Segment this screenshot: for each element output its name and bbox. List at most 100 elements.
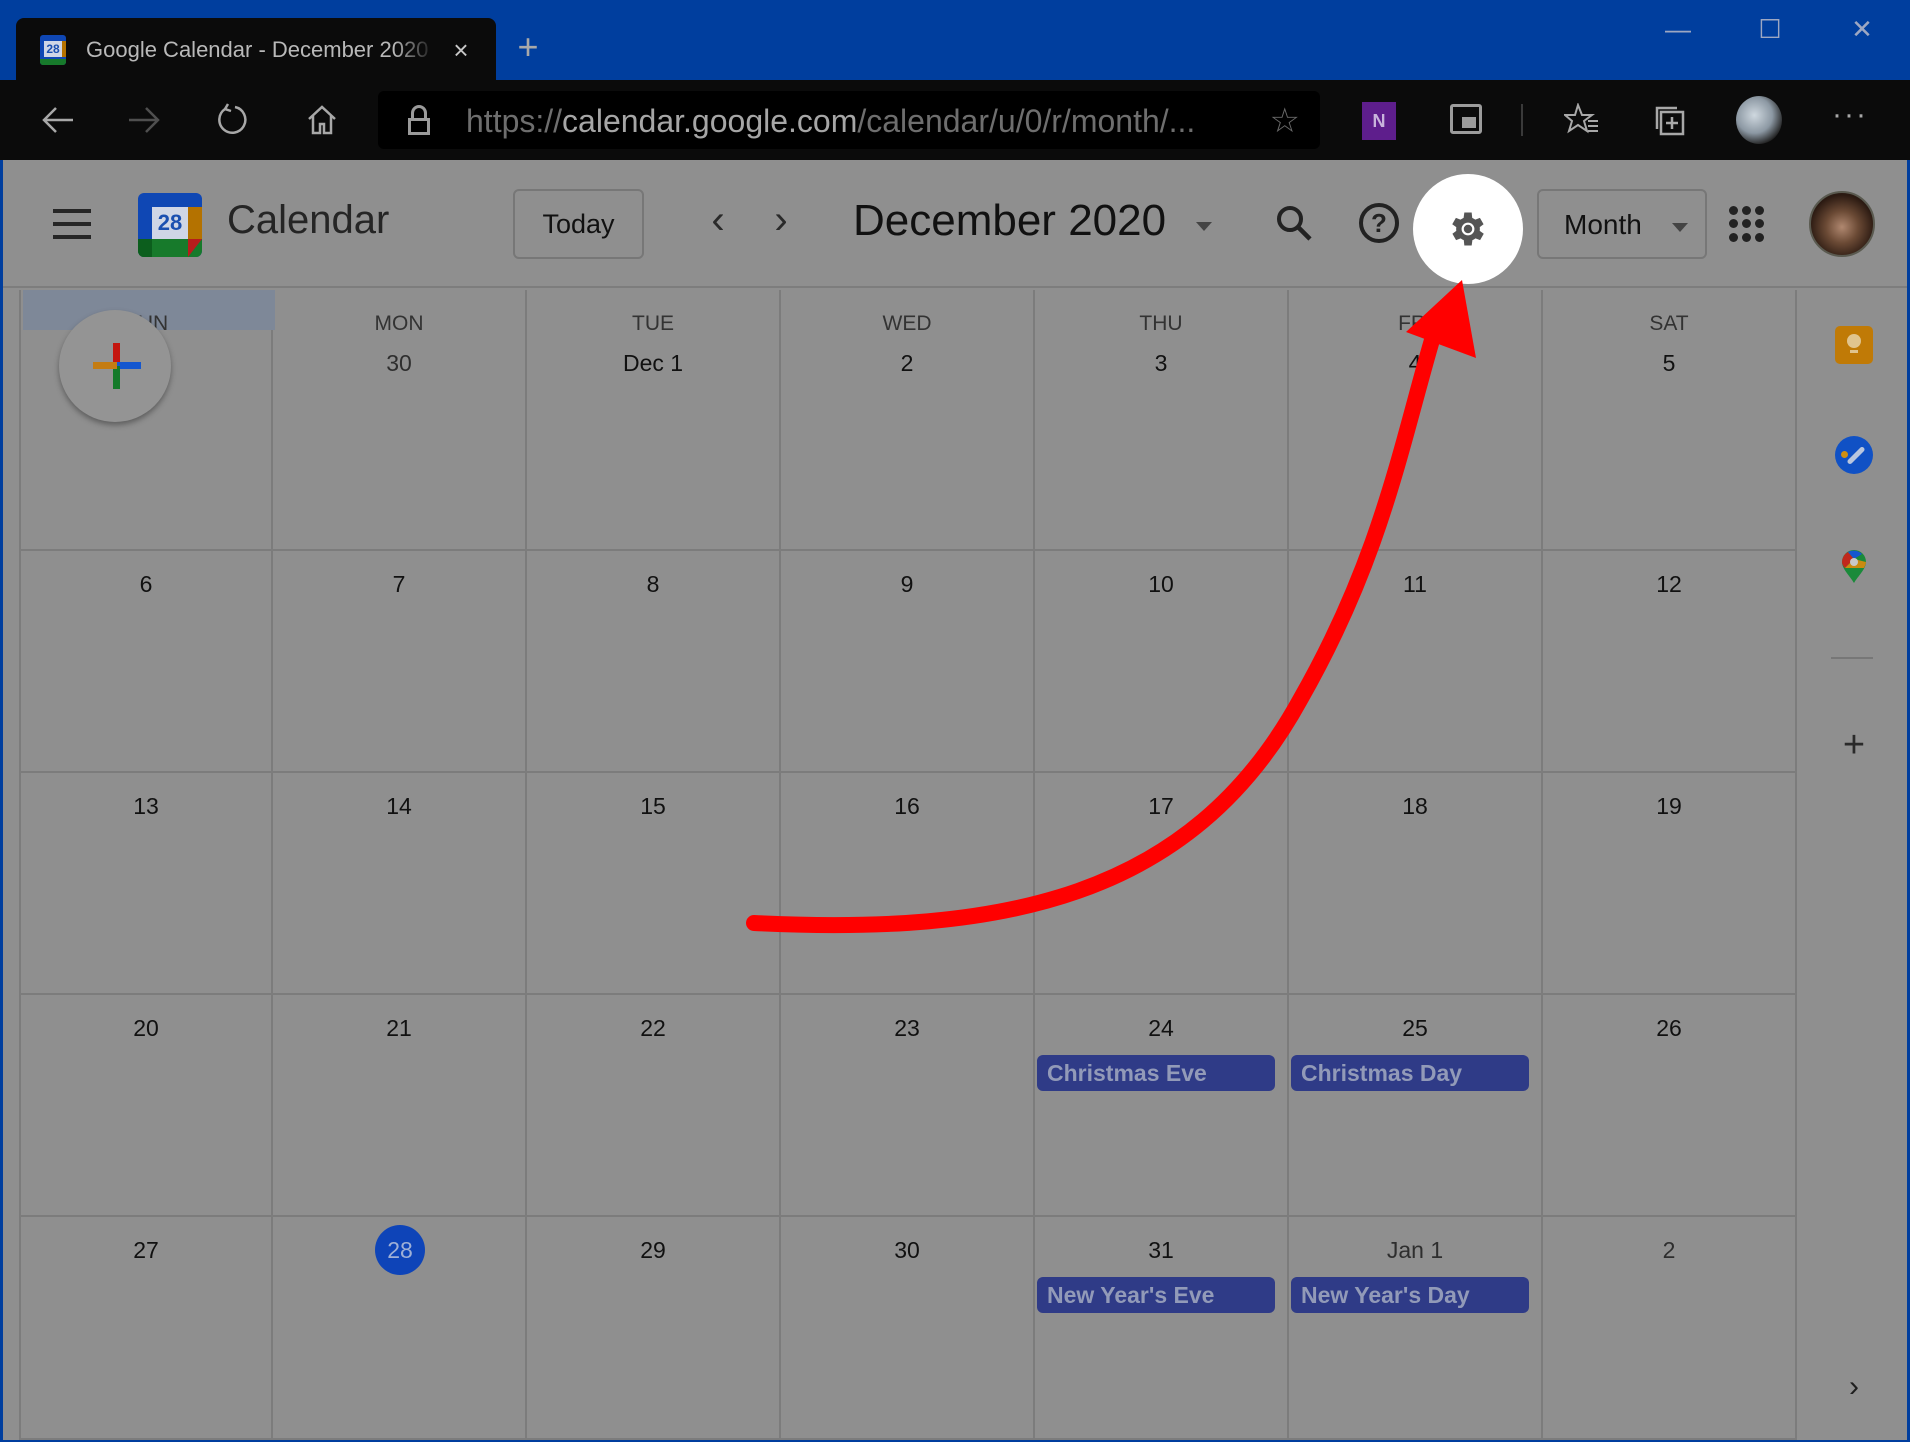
day-cell[interactable]: 6 [19, 551, 273, 773]
day-number[interactable]: 21 [273, 1015, 525, 1042]
day-number[interactable]: 25 [1289, 1015, 1541, 1042]
browser-tab[interactable]: 28 Google Calendar - December 2020 × [16, 18, 496, 82]
day-number[interactable]: Dec 1 [527, 350, 779, 377]
day-number[interactable]: 6 [21, 571, 271, 598]
event-chip[interactable]: New Year's Day [1291, 1277, 1529, 1313]
maximize-button[interactable]: ☐ [1750, 14, 1790, 45]
day-cell[interactable]: 17 [1035, 773, 1289, 995]
day-cell[interactable]: 10 [1035, 551, 1289, 773]
day-number[interactable]: 4 [1289, 350, 1541, 377]
forward-icon[interactable] [122, 98, 166, 142]
day-cell[interactable]: 22 [527, 995, 781, 1217]
tab-close-icon[interactable]: × [448, 35, 474, 66]
day-cell[interactable]: THU 3 [1035, 290, 1289, 551]
close-window-button[interactable]: ✕ [1842, 14, 1882, 45]
day-cell[interactable]: MON 30 [273, 290, 527, 551]
tasks-icon[interactable] [1835, 436, 1873, 474]
immersive-reader-icon[interactable] [1450, 104, 1482, 134]
day-number[interactable]: 20 [21, 1015, 271, 1042]
new-tab-button[interactable]: + [510, 26, 546, 68]
day-number[interactable]: 30 [781, 1237, 1033, 1264]
day-cell[interactable]: 13 [19, 773, 273, 995]
chevron-down-icon[interactable] [1196, 222, 1212, 231]
day-cell[interactable]: 29 [527, 1217, 781, 1440]
day-number[interactable]: 5 [1543, 350, 1795, 377]
today-date-badge[interactable]: 28 [375, 1225, 425, 1275]
day-cell[interactable]: FRI 4 [1289, 290, 1543, 551]
view-switcher[interactable]: Month [1537, 189, 1707, 259]
home-icon[interactable] [300, 98, 344, 142]
event-chip[interactable]: Christmas Eve [1037, 1055, 1275, 1091]
day-number[interactable]: 2 [1543, 1237, 1795, 1264]
day-number[interactable]: 27 [21, 1237, 271, 1264]
day-cell[interactable]: 9 [781, 551, 1035, 773]
current-period-title[interactable]: December 2020 [853, 196, 1166, 246]
expand-panel-button[interactable]: › [1835, 1370, 1873, 1404]
day-cell[interactable]: 30 [781, 1217, 1035, 1440]
avatar[interactable] [1809, 191, 1875, 257]
day-cell[interactable]: TUE Dec 1 [527, 290, 781, 551]
day-number[interactable]: 2 [781, 350, 1033, 377]
address-bar[interactable]: https://calendar.google.com/calendar/u/0… [378, 91, 1320, 149]
day-number[interactable]: 29 [527, 1237, 779, 1264]
get-addons-button[interactable]: + [1835, 726, 1873, 764]
day-number[interactable]: 18 [1289, 793, 1541, 820]
day-number[interactable]: 7 [273, 571, 525, 598]
day-cell[interactable]: 19 [1543, 773, 1797, 995]
main-menu-icon[interactable] [53, 209, 91, 239]
day-number[interactable]: 23 [781, 1015, 1033, 1042]
day-cell[interactable]: 23 [781, 995, 1035, 1217]
day-cell[interactable]: 2 [1543, 1217, 1797, 1440]
collections-icon[interactable] [1648, 98, 1692, 142]
url-text[interactable]: https://calendar.google.com/calendar/u/0… [466, 103, 1195, 140]
day-number[interactable]: 15 [527, 793, 779, 820]
day-number[interactable]: 24 [1035, 1015, 1287, 1042]
onenote-icon[interactable]: N [1362, 102, 1396, 140]
day-cell[interactable]: 25 Christmas Day [1289, 995, 1543, 1217]
day-cell[interactable]: 14 [273, 773, 527, 995]
day-cell[interactable]: 28 [273, 1217, 527, 1440]
event-chip[interactable]: Christmas Day [1291, 1055, 1529, 1091]
event-chip[interactable]: New Year's Eve [1037, 1277, 1275, 1313]
profile-icon[interactable] [1736, 96, 1782, 144]
day-cell[interactable]: 27 [19, 1217, 273, 1440]
day-cell[interactable]: 31 New Year's Eve [1035, 1217, 1289, 1440]
day-number[interactable]: 31 [1035, 1237, 1287, 1264]
calendar-logo[interactable]: 28 [138, 193, 202, 257]
day-number[interactable]: 26 [1543, 1015, 1795, 1042]
day-cell[interactable]: Jan 1 New Year's Day [1289, 1217, 1543, 1440]
day-number[interactable]: 16 [781, 793, 1033, 820]
favorites-icon[interactable] [1560, 98, 1604, 142]
day-number[interactable]: 12 [1543, 571, 1795, 598]
day-number[interactable]: Jan 1 [1289, 1237, 1541, 1264]
day-cell[interactable]: 11 [1289, 551, 1543, 773]
refresh-icon[interactable] [210, 98, 254, 142]
day-number[interactable]: 8 [527, 571, 779, 598]
day-number[interactable]: 17 [1035, 793, 1287, 820]
lock-icon[interactable] [408, 105, 430, 135]
day-number[interactable]: 11 [1289, 571, 1541, 598]
day-cell[interactable]: 16 [781, 773, 1035, 995]
day-number[interactable]: 13 [21, 793, 271, 820]
day-cell[interactable]: 26 [1543, 995, 1797, 1217]
more-icon[interactable]: ··· [1832, 98, 1868, 132]
day-number[interactable]: 10 [1035, 571, 1287, 598]
day-cell[interactable]: 21 [273, 995, 527, 1217]
keep-icon[interactable] [1835, 326, 1873, 364]
day-number[interactable]: 9 [781, 571, 1033, 598]
help-button[interactable]: ? [1354, 198, 1404, 248]
maps-icon[interactable] [1841, 550, 1867, 584]
day-cell[interactable]: 15 [527, 773, 781, 995]
back-icon[interactable] [36, 98, 80, 142]
favorite-add-icon[interactable]: ☆ [1270, 101, 1300, 141]
day-cell[interactable]: 12 [1543, 551, 1797, 773]
day-cell[interactable]: 8 [527, 551, 781, 773]
day-number[interactable]: 22 [527, 1015, 779, 1042]
day-number[interactable]: 3 [1035, 350, 1287, 377]
day-number[interactable]: 19 [1543, 793, 1795, 820]
day-number[interactable]: 30 [273, 350, 525, 377]
today-button[interactable]: Today [513, 189, 644, 259]
next-month-button[interactable]: › [763, 198, 799, 243]
day-cell[interactable]: 18 [1289, 773, 1543, 995]
day-cell[interactable]: WED 2 [781, 290, 1035, 551]
